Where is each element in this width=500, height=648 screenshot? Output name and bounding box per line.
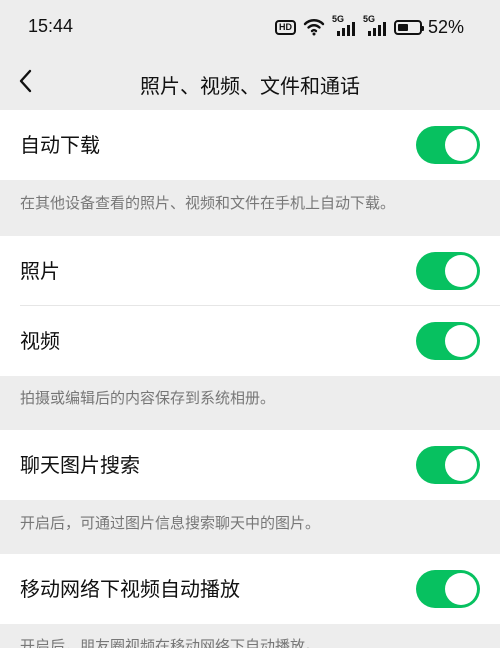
signal-bars-2 (367, 22, 386, 36)
videos-toggle[interactable] (416, 322, 480, 360)
battery-level-fill (397, 23, 409, 31)
auto-download-description: 在其他设备查看的照片、视频和文件在手机上自动下载。 (20, 194, 396, 212)
videos-row[interactable]: 视频 (0, 306, 500, 376)
cellular-signal-icon-2: 5G (363, 15, 387, 36)
toggle-knob (445, 573, 477, 605)
auto-download-section: 自动下载 (0, 110, 500, 180)
image-search-description: 开启后，可通过图片信息搜索聊天中的图片。 (20, 514, 321, 532)
settings-screen: 15:44 HD 5G 5G 52% 照片、视频、文件和通话 自动下载 在其他设… (0, 0, 500, 648)
mobile-autoplay-toggle[interactable] (416, 570, 480, 608)
wifi-icon (303, 19, 325, 36)
status-icons: HD 5G 5G 52% (274, 15, 464, 39)
mobile-autoplay-section: 移动网络下视频自动播放 (0, 554, 500, 624)
status-time: 15:44 (28, 16, 74, 36)
battery-icon (393, 19, 424, 35)
image-search-toggle[interactable] (416, 446, 480, 484)
auto-download-label: 自动下载 (20, 133, 100, 157)
image-search-row[interactable]: 聊天图片搜索 (0, 430, 500, 500)
mobile-autoplay-label: 移动网络下视频自动播放 (20, 577, 240, 601)
signal-bars-1 (336, 22, 355, 36)
image-search-label: 聊天图片搜索 (20, 453, 140, 477)
mobile-autoplay-row[interactable]: 移动网络下视频自动播放 (0, 554, 500, 624)
photos-toggle[interactable] (416, 252, 480, 290)
auto-download-toggle[interactable] (416, 126, 480, 164)
battery-percentage: 52% (427, 16, 464, 37)
media-save-section: 照片 视频 (0, 236, 500, 376)
navigation-bar: 照片、视频、文件和通话 (0, 56, 500, 107)
videos-label: 视频 (20, 329, 60, 353)
toggle-knob (445, 255, 477, 287)
image-search-section: 聊天图片搜索 (0, 430, 500, 500)
photos-row[interactable]: 照片 (0, 236, 500, 306)
cellular-signal-icon-1: 5G (332, 15, 356, 36)
toggle-knob (445, 325, 477, 357)
auto-download-row[interactable]: 自动下载 (0, 110, 500, 180)
photos-label: 照片 (20, 259, 60, 283)
mobile-autoplay-description: 开启后，朋友圈视频在移动网络下自动播放。 (20, 637, 321, 648)
media-save-description: 拍摄或编辑后的内容保存到系统相册。 (20, 389, 276, 407)
toggle-knob (445, 449, 477, 481)
hd-icon: HD (274, 19, 296, 35)
toggle-knob (445, 129, 477, 161)
status-bar: 15:44 HD 5G 5G 52% (0, 0, 500, 56)
page-title: 照片、视频、文件和通话 (140, 74, 360, 98)
